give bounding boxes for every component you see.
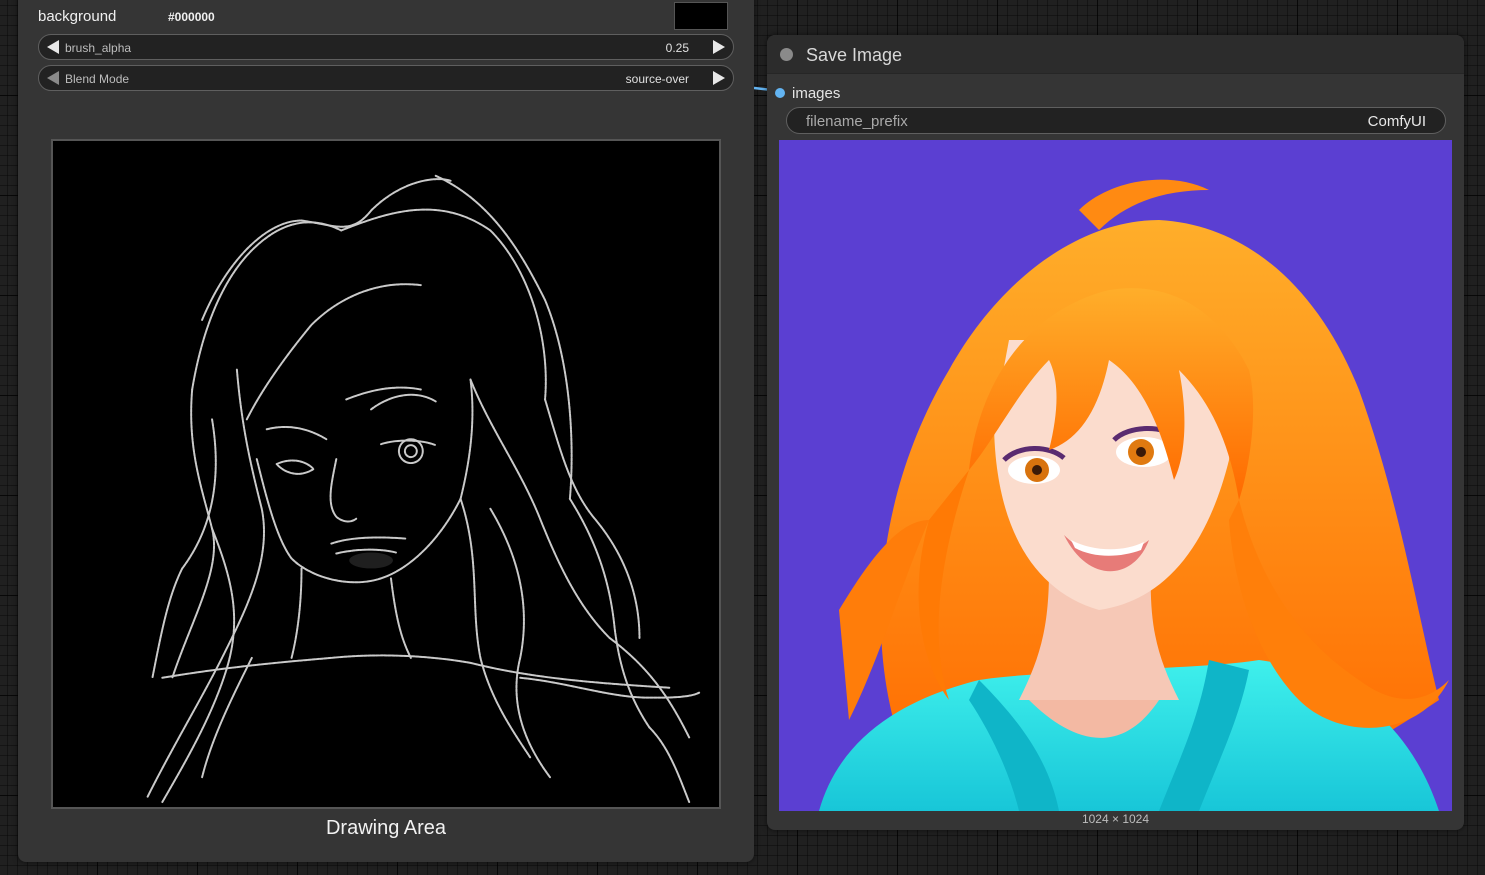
painter-node[interactable]: background #000000 brush_alpha 0.25 Blen… (18, 0, 754, 862)
filename-prefix-value: ComfyUI (1367, 113, 1426, 130)
collapse-dot-icon[interactable] (780, 48, 793, 61)
brush-alpha-value: 0.25 (665, 41, 689, 55)
next-arrow-icon[interactable] (713, 71, 725, 85)
brush-alpha-label: brush_alpha (65, 41, 132, 55)
images-input-label: images (792, 85, 841, 102)
sketch-drawing (146, 174, 701, 804)
blend-mode-value: source-over (625, 72, 689, 86)
canvas-caption: Drawing Area (325, 817, 447, 839)
previous-arrow-icon[interactable] (47, 71, 59, 85)
background-widget[interactable]: background #000000 (38, 2, 730, 34)
filename-prefix-field[interactable]: filename_prefix ComfyUI (786, 107, 1446, 134)
background-color-swatch[interactable] (674, 2, 728, 30)
blend-mode-combo[interactable]: Blend Mode source-over (38, 65, 734, 91)
increment-arrow-icon[interactable] (713, 40, 725, 54)
background-label: background (38, 8, 117, 25)
drawing-canvas[interactable] (51, 139, 721, 809)
generated-portrait (779, 140, 1452, 811)
decrement-arrow-icon[interactable] (47, 40, 59, 54)
save-image-node[interactable]: Save Image images filename_prefix ComfyU… (767, 35, 1464, 830)
images-input-slot-icon[interactable] (775, 88, 785, 98)
filename-prefix-label: filename_prefix (806, 113, 908, 130)
blend-mode-label: Blend Mode (65, 72, 130, 86)
node-title-bar[interactable]: Save Image (767, 35, 1464, 74)
image-dimensions: 1024 × 1024 (1081, 812, 1150, 826)
background-value: #000000 (168, 10, 215, 24)
brush-alpha-slider[interactable]: brush_alpha 0.25 (38, 34, 734, 60)
image-preview[interactable] (779, 140, 1452, 811)
node-title: Save Image (806, 45, 903, 65)
